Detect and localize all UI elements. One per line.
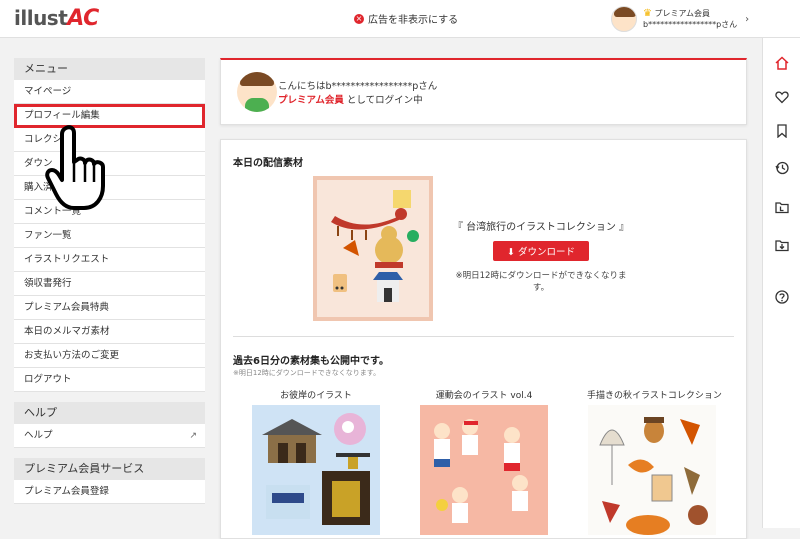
user-tier: プレミアム会員 — [654, 9, 710, 18]
close-circle-icon: × — [354, 13, 364, 24]
history-icon[interactable] — [775, 161, 789, 175]
past-collection-image[interactable] — [420, 405, 548, 535]
daily-title: 本日の配信素材 — [233, 158, 303, 169]
feature-collection-title: 『 台湾旅行のイラストコレクション 』 — [452, 222, 630, 233]
login-status: としてログイン中 — [346, 95, 423, 106]
help-label: ヘルプ — [24, 430, 53, 441]
hide-ads-link[interactable]: × 広告を非表示にする — [354, 11, 458, 26]
premium-heading: プレミアム会員サービス — [14, 458, 205, 480]
past-collection-title: 運動会のイラスト vol.4 — [435, 391, 533, 401]
help-icon[interactable] — [775, 290, 789, 304]
folder-download-icon[interactable] — [775, 238, 789, 252]
past-collection-title: 手描きの秋イラストコレクション — [587, 391, 722, 401]
logo-text: illust — [14, 6, 68, 30]
folder-l-icon[interactable] — [775, 200, 789, 214]
premium-link[interactable]: プレミアム会員 — [278, 95, 344, 106]
download-button[interactable]: ⬇ ダウンロード — [492, 241, 589, 261]
sidebar-item-logout[interactable]: ログアウト — [14, 368, 205, 392]
welcome-card: こんにちはb*****************pさん プレミアム会員 としてログ… — [220, 58, 747, 125]
crown-icon: ♛ — [643, 8, 652, 19]
logo-accent: AC — [67, 6, 99, 31]
sidebar-item-request[interactable]: イラストリクエスト — [14, 248, 205, 272]
download-deadline-note: ※明日12時にダウンロードができなくなります。 — [455, 271, 627, 293]
chevron-right-icon: › — [745, 13, 750, 25]
greeting-text: こんにちはb*****************pさん — [278, 81, 438, 92]
download-icon: ⬇ — [506, 247, 515, 258]
sidebar-item-receipt[interactable]: 領収書発行 — [14, 272, 205, 296]
main-content: こんにちはb*****************pさん プレミアム会員 としてログ… — [220, 58, 747, 539]
divider — [233, 336, 734, 337]
home-icon[interactable] — [775, 56, 789, 70]
sidebar-item-premium-benefits[interactable]: プレミアム会員特典 — [14, 296, 205, 320]
menu-heading: メニュー — [14, 58, 205, 80]
bookmark-icon[interactable] — [775, 124, 789, 138]
past-collection-image[interactable] — [252, 405, 380, 535]
avatar — [237, 72, 277, 112]
sidebar-item-fans[interactable]: ファン一覧 — [14, 224, 205, 248]
daily-content-card: 本日の配信素材 『 台湾旅行のイラストコレクション 』 ⬇ ダウンロード ※明日… — [220, 139, 747, 539]
sidebar-item-premium-register[interactable]: プレミアム会員登録 — [14, 480, 205, 504]
feature-collection-image[interactable] — [313, 176, 433, 321]
past-note: ※明日12時にダウンロードできなくなります。 — [233, 369, 381, 377]
user-name: b*****************pさん — [643, 20, 738, 29]
past-title: 過去6日分の素材集も公開中です。 — [233, 356, 389, 367]
hide-ads-label: 広告を非表示にする — [368, 15, 459, 26]
past-collection-card[interactable]: お彼岸のイラスト — [251, 388, 381, 535]
sidebar-item-newsletter[interactable]: 本日のメルマガ素材 — [14, 320, 205, 344]
avatar — [611, 6, 637, 32]
past-collection-card[interactable]: 運動会のイラスト vol.4 — [419, 388, 549, 535]
top-bar: illustAC × 広告を非表示にする ♛ プレミアム会員 b********… — [0, 0, 800, 38]
sidebar-item-payment[interactable]: お支払い方法のご変更 — [14, 344, 205, 368]
heart-icon[interactable] — [775, 90, 789, 104]
right-rail — [762, 38, 800, 528]
past-collection-image[interactable] — [588, 405, 716, 535]
past-collection-title: お彼岸のイラスト — [280, 391, 352, 401]
sidebar-item-mypage[interactable]: マイページ — [14, 80, 205, 104]
help-heading: ヘルプ — [14, 402, 205, 424]
external-link-icon: ↗ — [189, 431, 197, 441]
past-collection-card[interactable]: 手描きの秋イラストコレクション — [587, 388, 722, 535]
sidebar-item-help[interactable]: ヘルプ ↗ — [14, 424, 205, 448]
pointing-hand-icon — [45, 125, 105, 210]
download-label: ダウンロード — [517, 247, 575, 258]
user-menu[interactable]: ♛ プレミアム会員 b*****************pさん › — [611, 4, 749, 34]
site-logo[interactable]: illustAC — [14, 6, 99, 31]
